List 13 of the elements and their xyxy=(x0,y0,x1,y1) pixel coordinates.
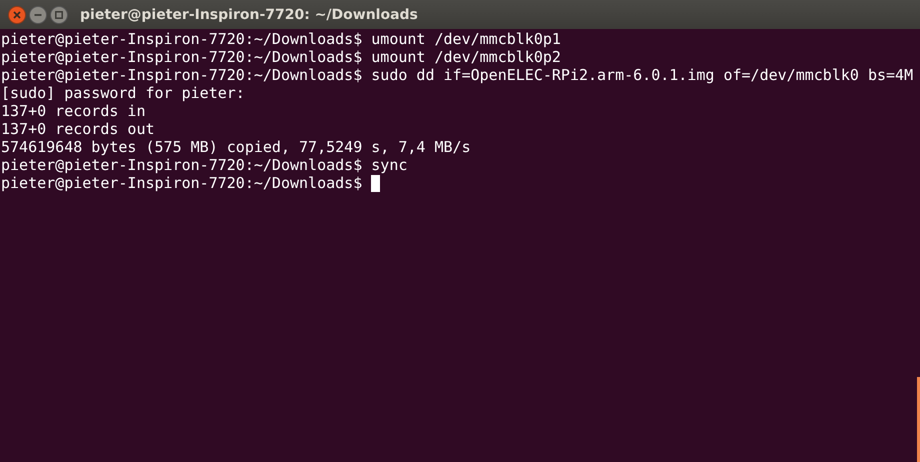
close-icon[interactable] xyxy=(8,6,26,24)
terminal-line: 137+0 records in xyxy=(1,102,146,120)
terminal-line: pieter@pieter-Inspiron-7720:~/Downloads$ sync xyxy=(1,156,408,174)
terminal-line: pieter@pieter-Inspiron-7720:~/Downloads$ sudo dd if=OpenELEC-RPi2.arm-6.0.1.img of=/dev/mmcblk0 bs=4M xyxy=(1,66,914,84)
terminal-line: pieter@pieter-Inspiron-7720:~/Downloads$ umount /dev/mmcblk0p2 xyxy=(1,48,561,66)
terminal-line: pieter@pieter-Inspiron-7720:~/Downloads$ xyxy=(1,174,362,192)
window-title: pieter@pieter-Inspiron-7720: ~/Downloads xyxy=(80,6,418,22)
terminal-line: 137+0 records out xyxy=(1,120,155,138)
terminal-line: [sudo] password for pieter: xyxy=(1,84,245,102)
minimize-icon[interactable] xyxy=(29,6,47,24)
maximize-icon[interactable] xyxy=(50,6,68,24)
terminal-line: 574619648 bytes (575 MB) copied, 77,5249 s, 7,4 MB/s xyxy=(1,138,471,156)
terminal-line: pieter@pieter-Inspiron-7720:~/Downloads$ umount /dev/mmcblk0p1 xyxy=(1,30,561,48)
